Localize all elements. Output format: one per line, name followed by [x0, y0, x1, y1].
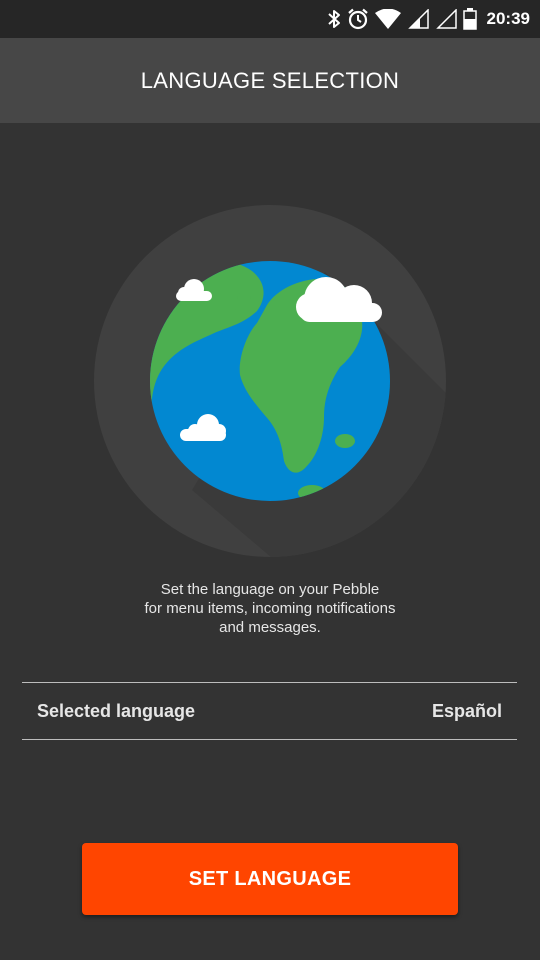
selected-language-label: Selected language	[37, 701, 196, 721]
page-title: LANGUAGE SELECTION	[140, 67, 400, 93]
status-time: 20:39	[486, 9, 530, 28]
description-line: for menu items, incoming notifications	[144, 600, 396, 617]
selected-language-row[interactable]: Selected language Español	[22, 684, 517, 739]
set-language-button-label: SET LANGUAGE	[188, 867, 352, 890]
set-language-button[interactable]: SET LANGUAGE	[82, 843, 458, 915]
globe-icon	[94, 205, 446, 557]
divider-top	[22, 682, 517, 683]
globe-illustration	[92, 203, 448, 559]
bluetooth-icon	[327, 9, 341, 29]
alarm-icon	[347, 8, 369, 30]
description-text: Set the language on your Pebble for menu…	[0, 580, 540, 637]
description-line: Set the language on your Pebble	[160, 581, 380, 598]
app-toolbar: LANGUAGE SELECTION	[0, 38, 540, 123]
signal-icon	[407, 9, 429, 29]
divider-bottom	[22, 739, 517, 740]
wifi-icon	[374, 9, 401, 29]
battery-icon	[462, 8, 477, 30]
description-line: and messages.	[219, 619, 321, 636]
status-bar: 20:39	[0, 0, 540, 38]
selected-language-value: Español	[431, 701, 502, 721]
signal-icon	[435, 9, 457, 29]
